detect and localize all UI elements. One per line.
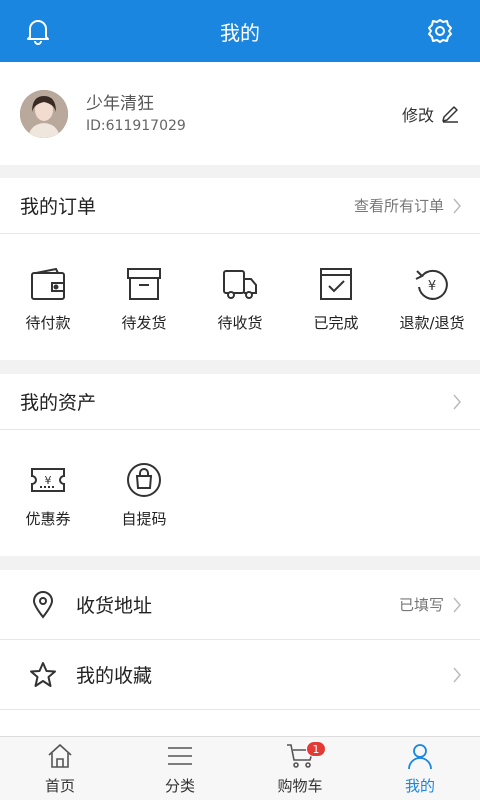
tab-cart[interactable]: 1 购物车 [240, 737, 360, 800]
orders-header[interactable]: 我的订单 查看所有订单 [0, 178, 480, 234]
edit-label: 修改 [401, 106, 434, 125]
refund-icon: ¥ [415, 269, 448, 300]
truck-icon [223, 270, 257, 299]
pickup-bag-icon [127, 463, 161, 497]
gear-icon [428, 19, 452, 43]
top-bar: 我的 [0, 0, 480, 62]
menu-lines-icon [168, 747, 192, 765]
coupon-label: 优惠券 [25, 510, 71, 528]
orders-title: 我的订单 [20, 196, 97, 218]
user-icon [408, 744, 432, 770]
assets-title: 我的资产 [20, 392, 97, 414]
assets-header[interactable]: 我的资产 [0, 374, 480, 430]
chevron-right-icon [453, 394, 461, 409]
tab-home[interactable]: 首页 [0, 737, 120, 800]
list-item-favorites[interactable]: 我的收藏 [0, 640, 480, 710]
svg-text:¥: ¥ [45, 474, 52, 487]
order-status-label: 待付款 [25, 314, 71, 332]
order-refund[interactable]: ¥ 退款/退货 [384, 264, 480, 333]
order-status-row: 待付款 待发货 待收货 已完成 ¥ 退款/退货 [0, 234, 480, 333]
assets-section: 我的资产 ¥ 优惠券 自提码 [0, 374, 480, 556]
tab-category[interactable]: 分类 [120, 737, 240, 800]
settings-button[interactable] [422, 13, 458, 49]
settings-list: 收货地址 已填写 我的收藏 [0, 570, 480, 736]
chevron-right-icon [453, 667, 461, 682]
svg-text:¥: ¥ [428, 279, 436, 294]
order-completed[interactable]: 已完成 [288, 264, 384, 333]
pickup-code-item[interactable]: 自提码 [96, 460, 192, 529]
list-item-label: 我的收藏 [76, 665, 153, 687]
avatar[interactable] [20, 90, 68, 138]
location-pin-icon [32, 590, 54, 619]
chevron-right-icon [453, 198, 461, 213]
home-icon [48, 743, 72, 768]
tab-label: 我的 [404, 777, 435, 795]
order-status-label: 已完成 [313, 314, 359, 332]
pickup-code-label: 自提码 [121, 510, 167, 528]
orders-section: 我的订单 查看所有订单 待付款 待发货 待收货 已完成 ¥ 退款/退货 [0, 178, 480, 360]
order-status-label: 待发货 [121, 314, 167, 332]
list-item-address[interactable]: 收货地址 已填写 [0, 570, 480, 640]
bell-icon [27, 20, 49, 45]
tab-mine[interactable]: 我的 [360, 737, 480, 800]
tab-label: 购物车 [277, 777, 323, 795]
order-status-label: 待收货 [217, 314, 263, 332]
page-title: 我的 [220, 20, 260, 45]
cart-badge: 1 [306, 741, 326, 757]
coupon-icon: ¥ [31, 468, 65, 492]
bottom-tab-bar: 首页 分类 1 购物车 我的 [0, 736, 480, 800]
address-status: 已填写 [398, 596, 444, 614]
view-all-orders-label: 查看所有订单 [353, 197, 444, 215]
notification-button[interactable] [20, 13, 56, 49]
profile-id: ID:611917029 [86, 118, 186, 134]
assets-row: ¥ 优惠券 自提码 [0, 430, 480, 529]
order-pending-payment[interactable]: 待付款 [0, 264, 96, 333]
edit-profile-button[interactable]: 修改 [402, 102, 460, 126]
profile-name: 少年清狂 [86, 94, 154, 114]
order-pending-receipt[interactable]: 待收货 [192, 264, 288, 333]
box-icon [127, 268, 161, 300]
list-item-partial[interactable] [0, 710, 480, 736]
star-icon [30, 661, 56, 687]
tab-label: 首页 [44, 777, 75, 795]
order-pending-shipment[interactable]: 待发货 [96, 264, 192, 333]
view-all-orders-link[interactable]: 查看所有订单 [354, 195, 462, 216]
order-status-label: 退款/退货 [399, 314, 465, 332]
chevron-right-icon [453, 597, 461, 612]
list-item-label: 收货地址 [76, 595, 153, 617]
pencil-icon [442, 106, 458, 123]
profile-card[interactable]: 少年清狂 ID:611917029 修改 [0, 62, 480, 165]
checkbox-icon [320, 268, 352, 300]
coupon-item[interactable]: ¥ 优惠券 [0, 460, 96, 529]
wallet-icon [31, 267, 65, 300]
tab-label: 分类 [164, 777, 195, 795]
